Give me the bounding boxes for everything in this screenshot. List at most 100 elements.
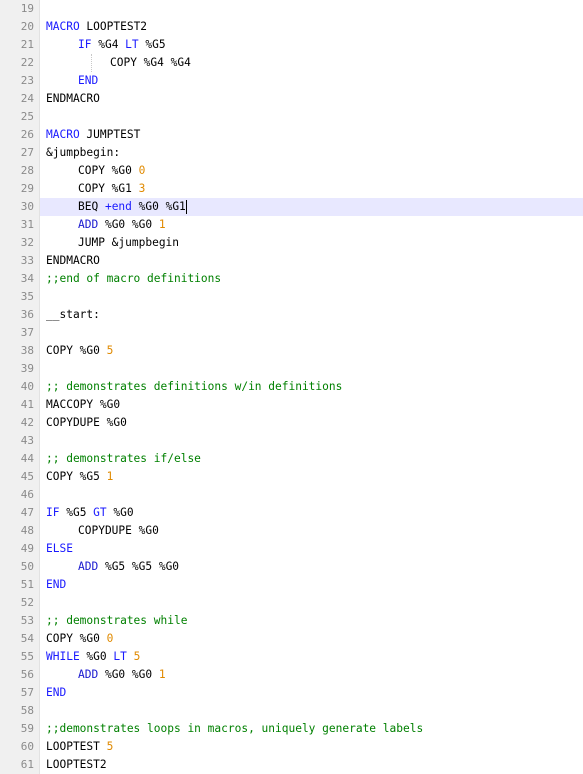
code-line[interactable]: LOOPTEST2 xyxy=(40,756,583,774)
code-token: 1 xyxy=(158,668,166,681)
code-line[interactable] xyxy=(40,702,583,720)
code-line[interactable]: ;; demonstrates while xyxy=(40,612,583,630)
code-line[interactable]: ELSE xyxy=(40,540,583,558)
code-area[interactable]: MACRO LOOPTEST2 IF %G4 LT %G5 COPY %G4 %G4… xyxy=(40,0,583,774)
code-token: LT xyxy=(113,650,127,663)
code-line[interactable]: ;;end of macro definitions xyxy=(40,270,583,288)
line-number: 36 xyxy=(20,308,34,321)
code-editor[interactable]: 19 20 21 22 23 24 25 26 27 28 29 30 31 32 33 34 35 36 37 38… xyxy=(0,0,583,774)
code-token: MACRO xyxy=(46,20,80,33)
code-line[interactable] xyxy=(40,324,583,342)
code-line[interactable]: COPY %G0 5 xyxy=(40,342,583,360)
code-token: END xyxy=(46,686,67,699)
code-line[interactable]: ;; demonstrates definitions w/in definit… xyxy=(40,378,583,396)
code-token: %G5 xyxy=(59,506,94,519)
line-number: 55 xyxy=(20,650,34,663)
code-token: 5 xyxy=(106,344,114,357)
code-token: %G0 %G0 xyxy=(98,668,159,681)
code-line[interactable]: COPY %G0 0 xyxy=(40,162,583,180)
line-number: 41 xyxy=(20,398,34,411)
line-number: 38 xyxy=(20,344,34,357)
line-number: 25 xyxy=(20,110,34,123)
code-token: JUMPTEST xyxy=(79,128,141,141)
code-line[interactable]: ADD %G0 %G0 1 xyxy=(40,666,583,684)
code-token: ENDMACRO xyxy=(46,92,100,105)
line-number: 34 xyxy=(20,272,34,285)
code-line[interactable]: COPY %G0 0 xyxy=(40,630,583,648)
code-token: %G0 %G1 xyxy=(131,200,186,213)
line-number: 50 xyxy=(20,560,34,573)
code-token: COPY %G0 xyxy=(78,164,139,177)
line-number: 21 xyxy=(20,38,34,51)
code-line[interactable]: MACCOPY %G0 xyxy=(40,396,583,414)
code-token: 0 xyxy=(106,632,114,645)
code-line[interactable]: ENDMACRO xyxy=(40,252,583,270)
code-line[interactable] xyxy=(40,486,583,504)
line-number: 22 xyxy=(20,56,34,69)
line-number: 32 xyxy=(20,236,34,249)
code-token: END xyxy=(78,74,99,87)
code-token: BEQ xyxy=(78,200,105,213)
line-number: 61 xyxy=(20,758,34,771)
code-line[interactable] xyxy=(40,0,583,18)
code-line[interactable]: COPYDUPE %G0 xyxy=(40,522,583,540)
code-line[interactable]: &jumpbegin: xyxy=(40,144,583,162)
line-number: 39 xyxy=(20,362,34,375)
line-number: 60 xyxy=(20,740,34,753)
code-line[interactable]: COPY %G4 %G4 xyxy=(40,54,583,72)
line-number: 26 xyxy=(20,128,34,141)
code-token: %G0 xyxy=(79,650,114,663)
code-token: ENDMACRO xyxy=(46,254,100,267)
code-line[interactable]: MACRO LOOPTEST2 xyxy=(40,18,583,36)
code-line[interactable]: END xyxy=(40,72,583,90)
code-token: ;; demonstrates definitions w/in definit… xyxy=(46,380,343,393)
code-line[interactable]: ADD %G5 %G5 %G0 xyxy=(40,558,583,576)
code-token: COPY %G1 xyxy=(78,182,139,195)
code-line[interactable] xyxy=(40,288,583,306)
code-line[interactable]: ;;demonstrates loops in macros, uniquely… xyxy=(40,720,583,738)
line-number: 46 xyxy=(20,488,34,501)
code-token: ;;demonstrates loops in macros, uniquely… xyxy=(46,722,424,735)
code-token: END xyxy=(46,578,67,591)
line-number: 47 xyxy=(20,506,34,519)
code-token: COPY %G4 %G4 xyxy=(110,56,191,69)
code-line[interactable]: JUMP &jumpbegin xyxy=(40,234,583,252)
code-line[interactable]: COPY %G5 1 xyxy=(40,468,583,486)
code-line-active[interactable]: BEQ +end %G0 %G1 xyxy=(40,198,583,216)
code-line[interactable] xyxy=(40,594,583,612)
code-line[interactable] xyxy=(40,108,583,126)
code-line[interactable]: IF %G4 LT %G5 xyxy=(40,36,583,54)
line-number: 40 xyxy=(20,380,34,393)
line-number: 51 xyxy=(20,578,34,591)
code-line[interactable]: COPY %G1 3 xyxy=(40,180,583,198)
line-number: 52 xyxy=(20,596,34,609)
code-token: LOOPTEST xyxy=(46,740,107,753)
code-token: COPYDUPE %G0 xyxy=(46,416,127,429)
code-token: ELSE xyxy=(46,542,73,555)
code-line[interactable]: END xyxy=(40,576,583,594)
line-number: 23 xyxy=(20,74,34,87)
code-token: ;;end of macro definitions xyxy=(46,272,222,285)
code-token: 5 xyxy=(133,650,141,663)
code-token: %G4 xyxy=(91,38,126,51)
code-line[interactable]: ;; demonstrates if/else xyxy=(40,450,583,468)
code-line[interactable]: COPYDUPE %G0 xyxy=(40,414,583,432)
code-line[interactable]: MACRO JUMPTEST xyxy=(40,126,583,144)
text-caret xyxy=(185,200,187,214)
code-line[interactable]: WHILE %G0 LT 5 xyxy=(40,648,583,666)
line-number: 28 xyxy=(20,164,34,177)
code-line[interactable]: LOOPTEST 5 xyxy=(40,738,583,756)
code-line[interactable]: IF %G5 GT %G0 xyxy=(40,504,583,522)
code-line[interactable]: ADD %G0 %G0 1 xyxy=(40,216,583,234)
code-line[interactable]: END xyxy=(40,684,583,702)
code-token: WHILE xyxy=(46,650,80,663)
code-token: __start: xyxy=(46,308,100,321)
code-token: &jumpbegin: xyxy=(46,146,121,159)
code-token: +end xyxy=(104,200,132,213)
code-line[interactable]: __start: xyxy=(40,306,583,324)
line-number-gutter: 19 20 21 22 23 24 25 26 27 28 29 30 31 32 33 34 35 36 37 38… xyxy=(0,0,40,774)
code-line[interactable] xyxy=(40,360,583,378)
code-line[interactable] xyxy=(40,432,583,450)
code-token: IF xyxy=(78,38,92,51)
code-line[interactable]: ENDMACRO xyxy=(40,90,583,108)
